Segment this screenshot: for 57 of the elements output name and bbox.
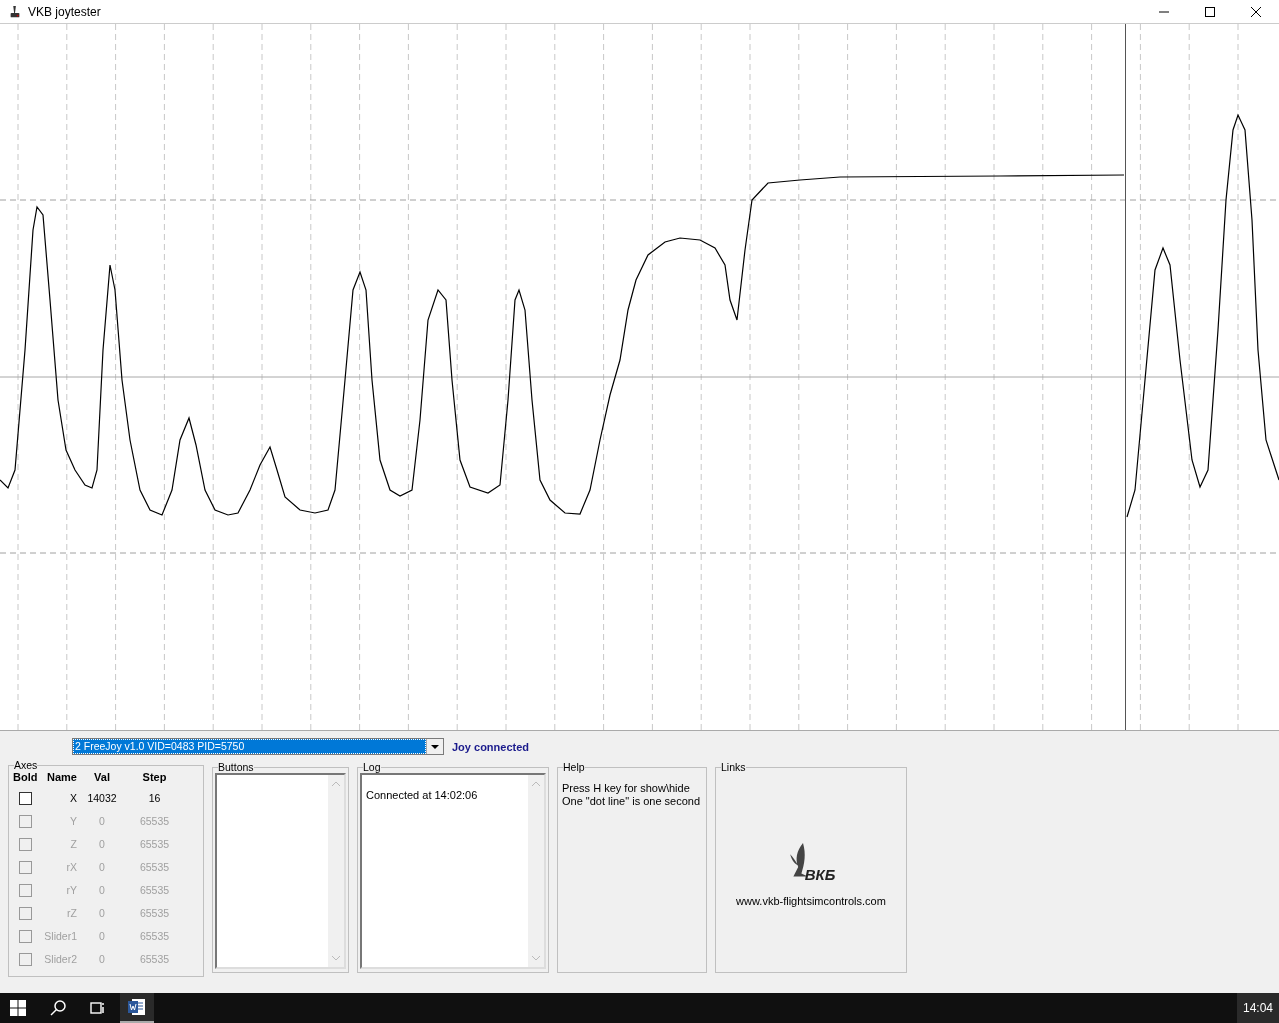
axis-name: Slider1 (43, 929, 77, 944)
axis-step: 16 (127, 791, 182, 806)
maximize-icon (1205, 6, 1215, 17)
axis-name: rX (65, 860, 77, 875)
axis-name: rY (65, 883, 77, 898)
close-icon (1251, 6, 1261, 17)
group-title: Axes (14, 759, 38, 771)
axis-value: 0 (98, 952, 106, 967)
axis-step: 65535 (127, 952, 182, 967)
group-title: Buttons (218, 761, 254, 773)
axis-value: 0 (98, 814, 106, 829)
log-entry: Connected at 14:02:06 (366, 789, 479, 801)
column-header: Bold (13, 771, 39, 783)
group-title: Help (563, 761, 585, 773)
axis-name: Slider2 (43, 952, 77, 967)
axis-value: 0 (98, 883, 106, 898)
axis-name: Z (69, 837, 77, 852)
scroll-up-icon[interactable] (332, 781, 340, 786)
axis-value: 14032 (86, 791, 118, 806)
group-title: Log (363, 761, 381, 773)
scroll-down-icon[interactable] (332, 956, 340, 961)
axis-step: 65535 (127, 883, 182, 898)
taskbar-clock: 14:04 (1236, 993, 1279, 1023)
column-header: Val (93, 771, 111, 783)
bold-checkbox[interactable] (19, 792, 32, 805)
column-header: Name (46, 771, 77, 783)
axis-name: X (69, 791, 77, 806)
axis-step: 65535 (127, 929, 182, 944)
joystick-icon (8, 4, 22, 19)
help-text: One "dot line" is one second (562, 795, 702, 808)
device-dropdown[interactable]: 2 FreeJoy v1.0 VID=0483 PID=5750 (72, 738, 444, 755)
scroll-up-icon[interactable] (532, 781, 540, 786)
axis-step: 65535 (127, 814, 182, 829)
windows-start-icon[interactable] (10, 1000, 26, 1016)
axis-name: Y (69, 814, 77, 829)
scrollbar[interactable] (328, 775, 344, 967)
website-link[interactable]: www.vkb-flightsimcontrols.com (736, 895, 886, 907)
document-app-icon[interactable] (120, 993, 154, 1023)
caret-icon (431, 744, 439, 749)
connection-status: Joy connected (452, 740, 530, 753)
scrollbar[interactable] (528, 775, 544, 967)
axis-value: 0 (98, 929, 106, 944)
window-title: VKB joytester (28, 4, 101, 19)
axis-value: 0 (98, 860, 106, 875)
group-title: Links (721, 761, 746, 773)
axis-value: 0 (98, 837, 106, 852)
axis-step: 65535 (127, 837, 182, 852)
logo-wordmark: ВКБ (804, 866, 836, 883)
axis-step: 65535 (127, 906, 182, 921)
axis-step: 65535 (127, 860, 182, 875)
axis-name: rZ (66, 906, 77, 921)
task-view-icon[interactable] (90, 1000, 106, 1016)
column-header: Step (141, 771, 168, 783)
scroll-down-icon[interactable] (532, 956, 540, 961)
help-text: Press H key for show\hide (562, 782, 691, 795)
search-icon[interactable] (50, 1000, 66, 1016)
axis-value: 0 (98, 906, 106, 921)
